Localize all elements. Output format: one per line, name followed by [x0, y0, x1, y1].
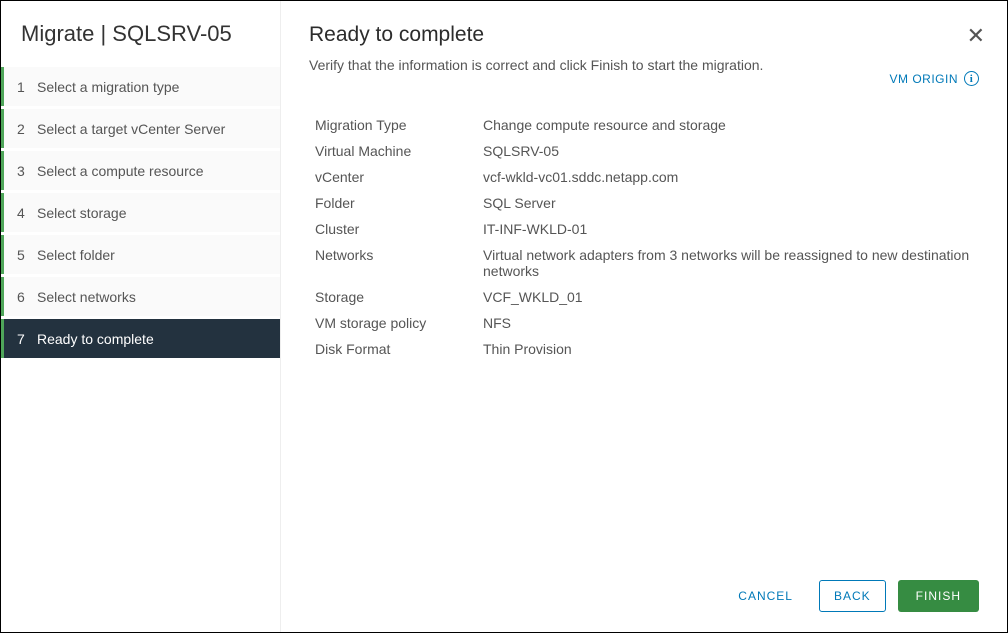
- step-label: Select a target vCenter Server: [37, 121, 225, 137]
- detail-label: VM storage policy: [315, 315, 483, 331]
- detail-row: NetworksVirtual network adapters from 3 …: [315, 247, 979, 279]
- detail-label: Networks: [315, 247, 483, 279]
- detail-value: Change compute resource and storage: [483, 117, 726, 133]
- wizard-step-5[interactable]: 5Select folder: [1, 235, 280, 277]
- detail-label: Disk Format: [315, 341, 483, 357]
- page-subtitle: Verify that the information is correct a…: [309, 57, 979, 73]
- wizard-content: ✕ Ready to complete Verify that the info…: [281, 1, 1007, 632]
- detail-row: StorageVCF_WKLD_01: [315, 289, 979, 305]
- detail-value: Virtual network adapters from 3 networks…: [483, 247, 979, 279]
- detail-label: Storage: [315, 289, 483, 305]
- step-label: Select a migration type: [37, 79, 179, 95]
- step-number: 2: [17, 121, 37, 137]
- migrate-modal: Migrate | SQLSRV-05 1Select a migration …: [0, 0, 1008, 633]
- detail-label: Folder: [315, 195, 483, 211]
- content-header: Ready to complete Verify that the inform…: [309, 23, 979, 73]
- finish-button[interactable]: FINISH: [898, 580, 979, 612]
- detail-value: Thin Provision: [483, 341, 572, 357]
- detail-label: Cluster: [315, 221, 483, 237]
- detail-value: IT-INF-WKLD-01: [483, 221, 587, 237]
- page-title: Ready to complete: [309, 23, 979, 47]
- detail-row: ClusterIT-INF-WKLD-01: [315, 221, 979, 237]
- step-label: Ready to complete: [37, 331, 154, 347]
- close-icon[interactable]: ✕: [967, 25, 985, 47]
- detail-row: vCentervcf-wkld-vc01.sddc.netapp.com: [315, 169, 979, 185]
- step-label: Select networks: [37, 289, 136, 305]
- step-number: 3: [17, 163, 37, 179]
- step-label: Select storage: [37, 205, 127, 221]
- vm-origin-link[interactable]: VM ORIGIN i: [889, 71, 979, 86]
- detail-row: Migration TypeChange compute resource an…: [315, 117, 979, 133]
- detail-label: vCenter: [315, 169, 483, 185]
- wizard-step-7[interactable]: 7Ready to complete: [1, 319, 280, 361]
- summary-details: Migration TypeChange compute resource an…: [309, 117, 979, 367]
- wizard-step-4[interactable]: 4Select storage: [1, 193, 280, 235]
- detail-label: Migration Type: [315, 117, 483, 133]
- modal-title: Migrate | SQLSRV-05: [1, 15, 280, 67]
- detail-row: Disk FormatThin Provision: [315, 341, 979, 357]
- detail-label: Virtual Machine: [315, 143, 483, 159]
- wizard-step-3[interactable]: 3Select a compute resource: [1, 151, 280, 193]
- detail-row: VM storage policyNFS: [315, 315, 979, 331]
- wizard-steps: 1Select a migration type2Select a target…: [1, 67, 280, 361]
- step-number: 6: [17, 289, 37, 305]
- wizard-footer: CANCEL BACK FINISH: [309, 568, 979, 612]
- step-number: 1: [17, 79, 37, 95]
- step-number: 7: [17, 331, 37, 347]
- detail-row: FolderSQL Server: [315, 195, 979, 211]
- cancel-button[interactable]: CANCEL: [724, 580, 807, 612]
- wizard-step-6[interactable]: 6Select networks: [1, 277, 280, 319]
- info-icon: i: [964, 71, 979, 86]
- step-number: 4: [17, 205, 37, 221]
- step-number: 5: [17, 247, 37, 263]
- step-label: Select folder: [37, 247, 115, 263]
- detail-row: Virtual MachineSQLSRV-05: [315, 143, 979, 159]
- wizard-step-1[interactable]: 1Select a migration type: [1, 67, 280, 109]
- detail-value: vcf-wkld-vc01.sddc.netapp.com: [483, 169, 678, 185]
- step-label: Select a compute resource: [37, 163, 204, 179]
- detail-value: SQL Server: [483, 195, 556, 211]
- back-button[interactable]: BACK: [819, 580, 886, 612]
- wizard-step-2[interactable]: 2Select a target vCenter Server: [1, 109, 280, 151]
- detail-value: SQLSRV-05: [483, 143, 559, 159]
- detail-value: VCF_WKLD_01: [483, 289, 583, 305]
- wizard-sidebar: Migrate | SQLSRV-05 1Select a migration …: [1, 1, 281, 632]
- vm-origin-label: VM ORIGIN: [889, 72, 958, 86]
- detail-value: NFS: [483, 315, 511, 331]
